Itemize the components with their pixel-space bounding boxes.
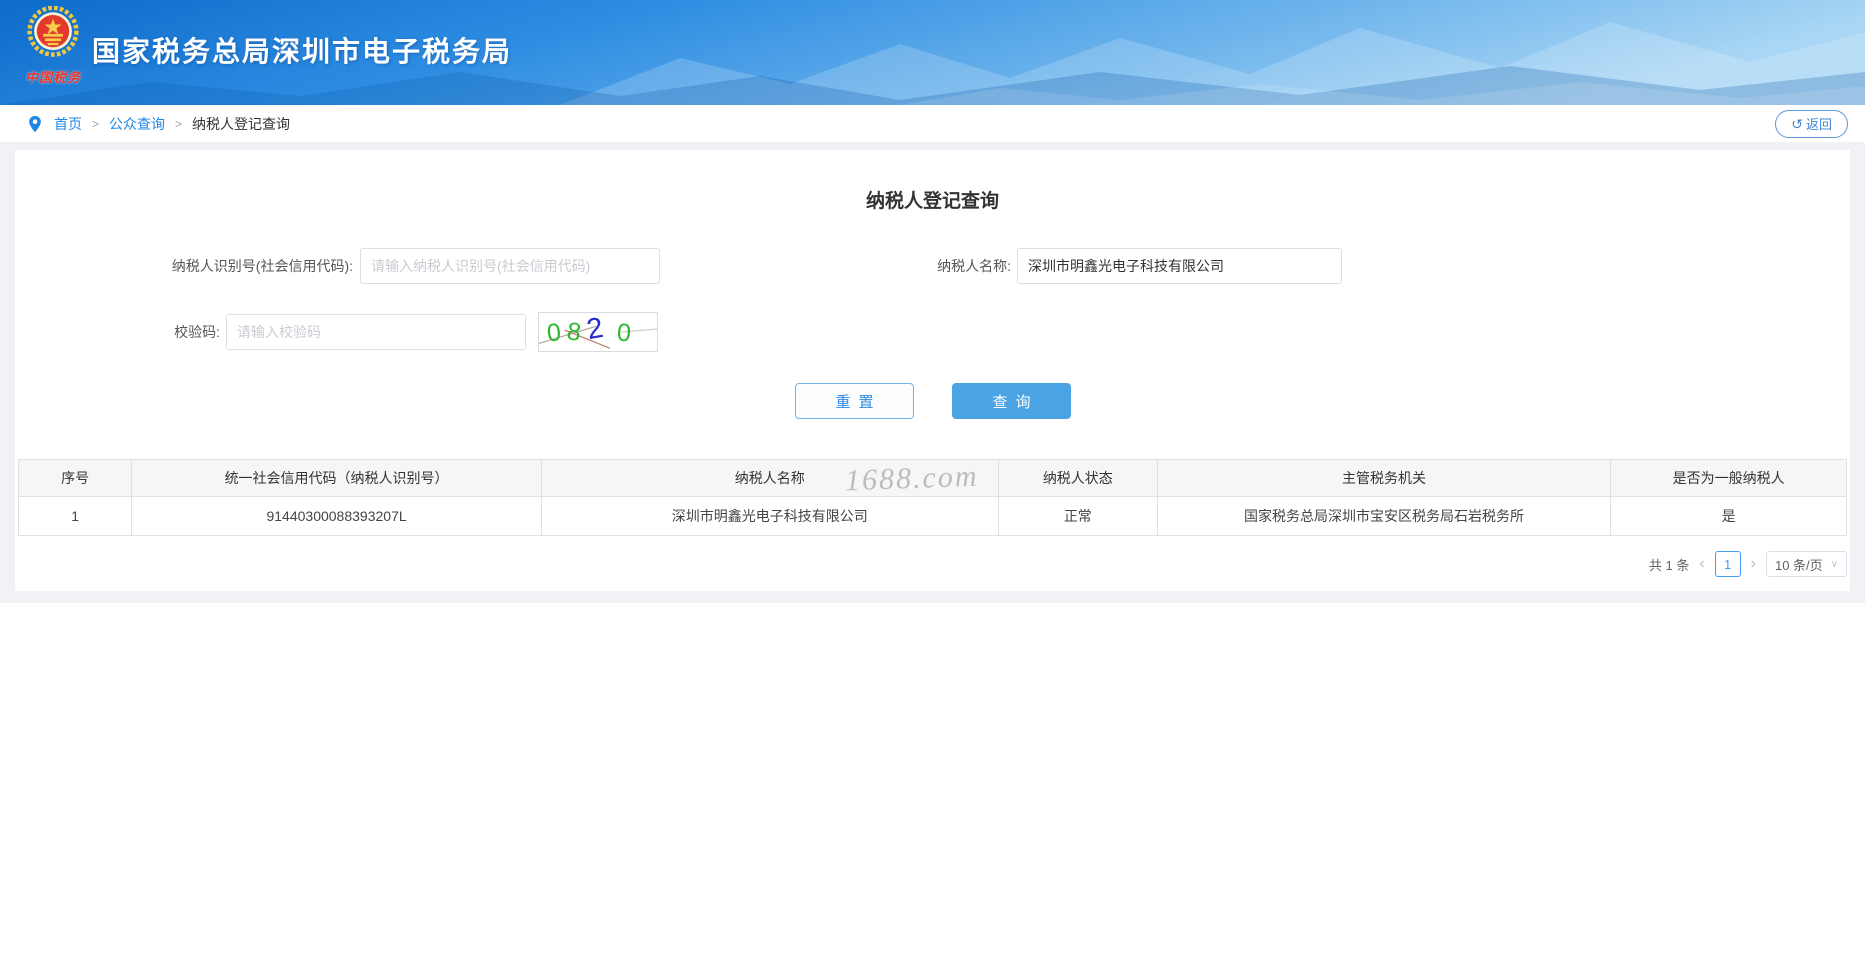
breadcrumb-current-page: 纳税人登记查询 xyxy=(192,115,291,132)
back-button-label: 返回 xyxy=(1805,117,1832,132)
results-table: 序号 统一社会信用代码（纳税人识别号） 纳税人名称 纳税人状态 主管税务机关 是… xyxy=(17,459,1847,536)
query-button[interactable]: 查询 xyxy=(952,383,1071,419)
cell-taxpayer-name: 深圳市明鑫光电子科技有限公司 xyxy=(540,496,999,536)
cell-tax-authority: 国家税务总局深圳市宝安区税务局石岩税务所 xyxy=(1156,496,1612,536)
location-pin-icon xyxy=(29,115,41,132)
captcha-image[interactable]: 0 8 2 0 xyxy=(538,311,658,352)
table-header-row: 序号 统一社会信用代码（纳税人识别号） 纳税人名称 纳税人状态 主管税务机关 是… xyxy=(17,459,1847,497)
prev-page-button[interactable]: ‹ xyxy=(1699,556,1704,572)
taxpayer-id-label: 纳税人识别号(社会信用代码): xyxy=(171,258,353,274)
page-background: 纳税人登记查询 纳税人识别号(社会信用代码): 纳税人名称: 校验码: 0 xyxy=(0,142,1865,603)
logo-block: 中国税务 xyxy=(18,5,88,86)
column-header-tax-authority: 主管税务机关 xyxy=(1156,459,1612,497)
tax-bureau-emblem-icon xyxy=(27,5,79,57)
current-page-button[interactable]: 1 xyxy=(1714,551,1741,577)
captcha-code: 0 8 2 0 xyxy=(539,311,657,351)
taxpayer-id-input[interactable] xyxy=(360,248,660,284)
next-page-button[interactable]: › xyxy=(1751,556,1756,572)
captcha-char: 0 xyxy=(616,318,632,347)
app-title: 国家税务总局深圳市电子税务局 xyxy=(92,36,513,67)
page-title: 纳税人登记查询 xyxy=(865,191,999,212)
breadcrumb-separator: > xyxy=(175,116,183,131)
captcha-char: 2 xyxy=(584,311,606,346)
pagination-total: 共 1 条 xyxy=(1648,557,1690,573)
taxpayer-name-input[interactable] xyxy=(1017,248,1342,284)
page-size-select[interactable]: 10 条/页 ∨ xyxy=(1765,551,1847,577)
cell-credit-code: 91440300088393207L xyxy=(131,496,542,536)
captcha-char: 8 xyxy=(565,316,583,347)
cell-index: 1 xyxy=(17,496,133,536)
cell-status: 正常 xyxy=(997,496,1158,536)
breadcrumb: 首页 > 公众查询 > 纳税人登记查询 ↺ 返回 xyxy=(0,105,1865,142)
chevron-down-icon: ∨ xyxy=(1830,558,1838,570)
breadcrumb-public-query-link[interactable]: 公众查询 xyxy=(109,114,165,134)
captcha-char: 0 xyxy=(545,317,563,348)
return-arrow-icon: ↺ xyxy=(1791,115,1803,132)
cell-general-taxpayer: 是 xyxy=(1610,496,1847,536)
taxpayer-name-label: 纳税人名称: xyxy=(937,258,1011,274)
column-header-index: 序号 xyxy=(17,459,133,497)
page-size-label: 10 条/页 xyxy=(1774,557,1823,573)
column-header-credit-code: 统一社会信用代码（纳税人识别号） xyxy=(131,459,542,497)
captcha-input[interactable] xyxy=(226,314,526,350)
back-button[interactable]: ↺ 返回 xyxy=(1775,109,1848,138)
column-header-general-taxpayer: 是否为一般纳税人 xyxy=(1610,459,1847,497)
breadcrumb-separator: > xyxy=(92,116,100,131)
column-header-taxpayer-name: 纳税人名称 xyxy=(540,459,999,497)
bottom-whitespace xyxy=(0,603,1865,969)
table-row: 1 91440300088393207L 深圳市明鑫光电子科技有限公司 正常 国… xyxy=(17,496,1847,536)
reset-button[interactable]: 重置 xyxy=(795,383,914,419)
logo-caption: 中国税务 xyxy=(24,70,81,85)
captcha-label: 校验码: xyxy=(174,324,220,340)
breadcrumb-home-link[interactable]: 首页 xyxy=(54,114,82,134)
pagination: 共 1 条 ‹ 1 › 10 条/页 ∨ xyxy=(18,551,1847,591)
query-form: 纳税人识别号(社会信用代码): 纳税人名称: 校验码: 0 8 2 xyxy=(15,206,1850,459)
column-header-status: 纳税人状态 xyxy=(997,459,1158,497)
query-card: 纳税人登记查询 纳税人识别号(社会信用代码): 纳税人名称: 校验码: 0 xyxy=(15,150,1850,591)
app-root: 中国税务 国家税务总局深圳市电子税务局 首页 > 公众查询 > 纳税人登记查询 … xyxy=(0,0,1865,969)
app-header: 中国税务 国家税务总局深圳市电子税务局 xyxy=(0,0,1865,105)
